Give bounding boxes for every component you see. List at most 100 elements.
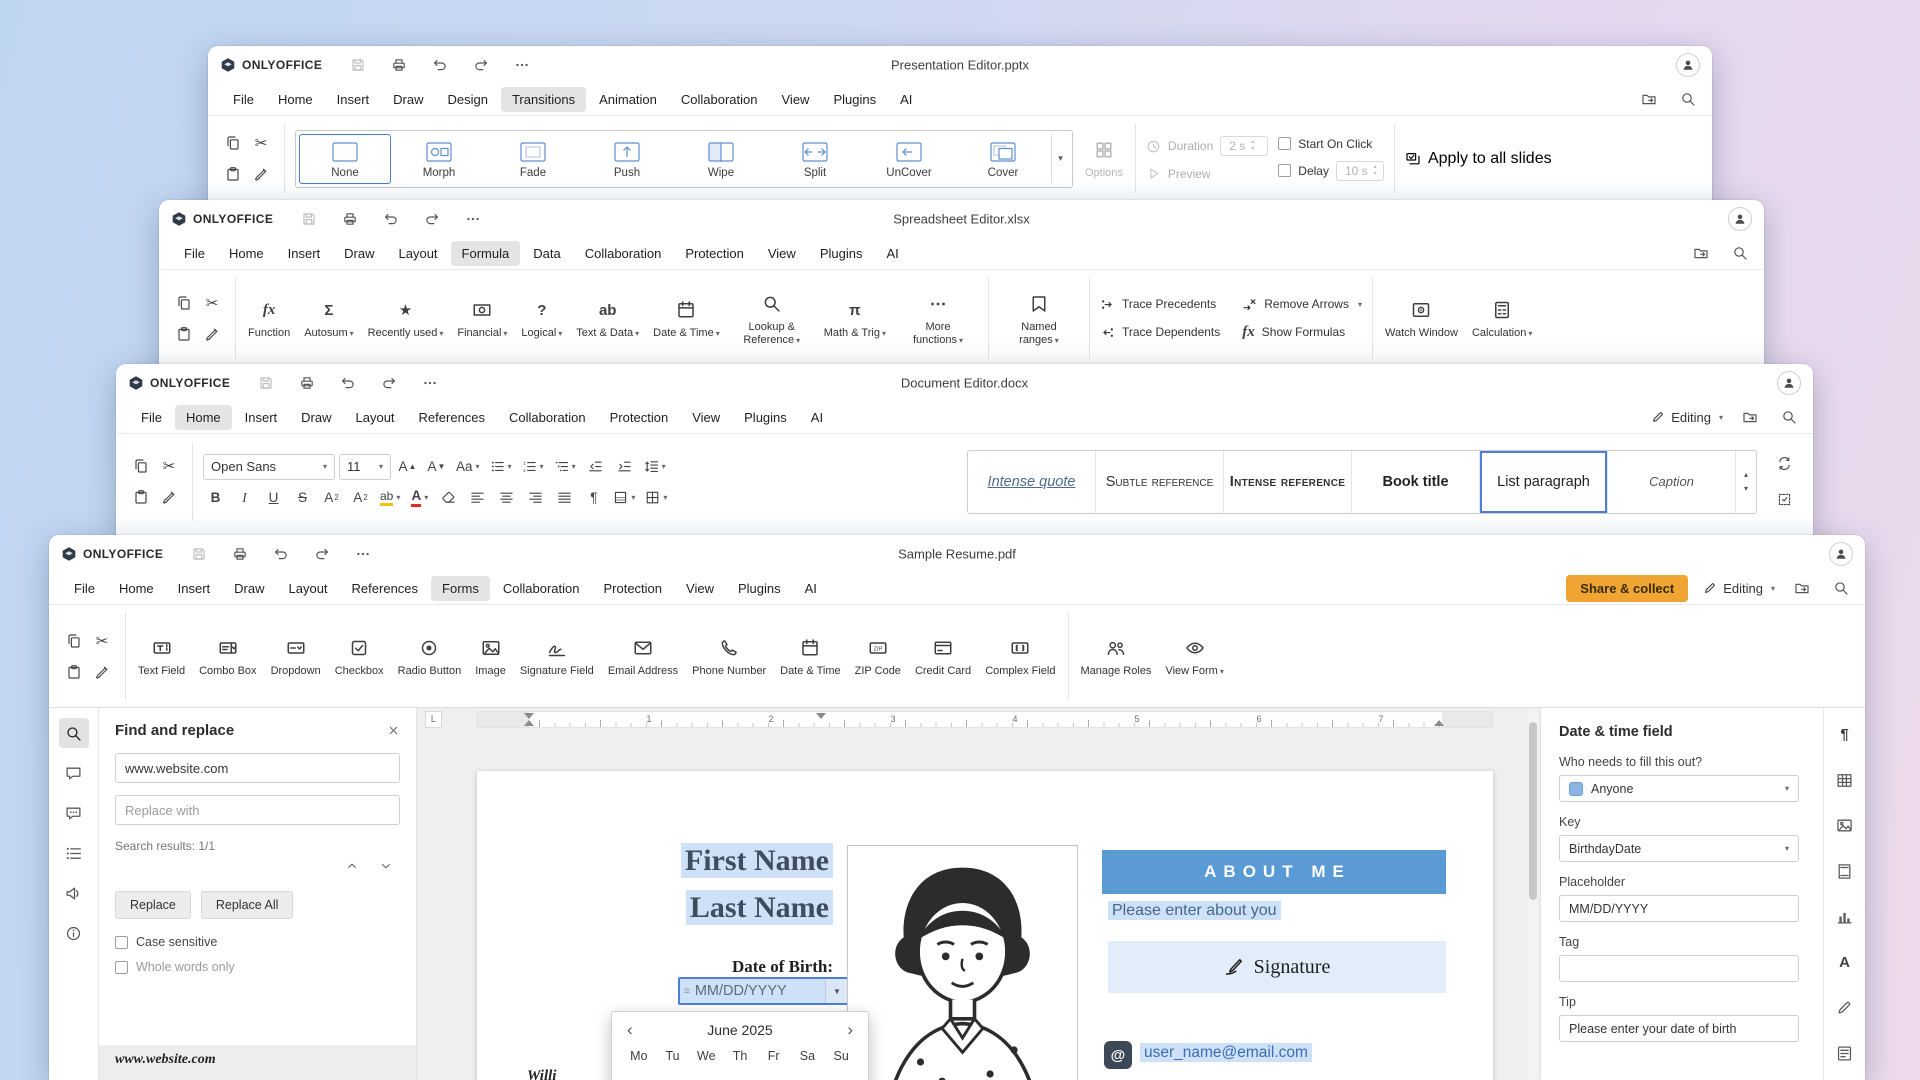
cut-button[interactable]: ✂ bbox=[199, 290, 225, 316]
whole-words-checkbox[interactable]: Whole words only bbox=[115, 960, 400, 974]
spreadsheet-tab-collaboration[interactable]: Collaboration bbox=[574, 241, 673, 266]
presentation-tab-insert[interactable]: Insert bbox=[326, 87, 381, 112]
transition-none[interactable]: None bbox=[299, 134, 391, 184]
transition-uncover[interactable]: UnCover bbox=[863, 134, 955, 184]
borders-button[interactable]: ▾ bbox=[642, 486, 670, 510]
format-painter-button[interactable] bbox=[199, 321, 225, 347]
first-line-indent-marker[interactable] bbox=[524, 713, 534, 719]
first-name-field[interactable]: First Name bbox=[537, 845, 833, 877]
change-case-button[interactable]: Aa▾ bbox=[453, 455, 483, 479]
phone-number-button[interactable]: Phone Number bbox=[690, 632, 768, 681]
line-spacing-button[interactable]: ▾ bbox=[641, 455, 669, 479]
about-rail-button[interactable] bbox=[59, 918, 89, 948]
presentation-tab-view[interactable]: View bbox=[771, 87, 821, 112]
start-on-click-checkbox[interactable]: Start On Click bbox=[1278, 137, 1384, 151]
style-caption[interactable]: Caption bbox=[1608, 451, 1736, 513]
document-tab-view[interactable]: View bbox=[681, 405, 731, 430]
copy-button[interactable] bbox=[220, 130, 246, 156]
numbering-button[interactable]: 12▾ bbox=[519, 455, 547, 479]
presentation-tab-draw[interactable]: Draw bbox=[382, 87, 434, 112]
dropdown-button[interactable]: Dropdown bbox=[269, 632, 323, 681]
paste-button[interactable] bbox=[171, 321, 197, 347]
redo-button[interactable] bbox=[377, 371, 401, 395]
replace-input[interactable] bbox=[115, 795, 400, 825]
redo-button[interactable] bbox=[420, 207, 444, 231]
document-tab-home[interactable]: Home bbox=[175, 405, 232, 430]
pdf-tab-file[interactable]: File bbox=[63, 576, 106, 601]
image-button[interactable]: Image bbox=[473, 632, 508, 681]
copy-button[interactable] bbox=[61, 628, 87, 654]
text-data-button[interactable]: abText & Data▾ bbox=[574, 294, 641, 343]
document-tab-collaboration[interactable]: Collaboration bbox=[498, 405, 597, 430]
about-me-field[interactable]: Please enter about you bbox=[1108, 902, 1281, 920]
find-input[interactable] bbox=[115, 753, 400, 783]
left-indent-marker[interactable] bbox=[524, 720, 534, 726]
document-tab-layout[interactable]: Layout bbox=[345, 405, 406, 430]
undo-button[interactable] bbox=[336, 371, 360, 395]
undo-button[interactable] bbox=[379, 207, 403, 231]
search-icon[interactable] bbox=[1777, 405, 1801, 429]
document-tab-plugins[interactable]: Plugins bbox=[733, 405, 798, 430]
save-button[interactable] bbox=[297, 207, 321, 231]
search-result-item[interactable]: www.website.com bbox=[99, 1045, 416, 1080]
previous-month-button[interactable]: ‹ bbox=[627, 1021, 633, 1038]
replace-button[interactable] bbox=[1771, 451, 1797, 477]
next-result-button[interactable] bbox=[372, 855, 400, 877]
transition-push[interactable]: Push bbox=[581, 134, 673, 184]
date-time-button[interactable]: Date & Time bbox=[778, 632, 843, 681]
date-time-button[interactable]: Date & Time▾ bbox=[651, 294, 722, 343]
spreadsheet-tab-plugins[interactable]: Plugins bbox=[809, 241, 874, 266]
pdf-tab-forms[interactable]: Forms bbox=[431, 576, 490, 601]
gallery-more-button[interactable]: ▾ bbox=[1051, 134, 1069, 184]
apply-to-all-slides-button[interactable]: Apply to all slides bbox=[1405, 150, 1552, 168]
editing-mode-button[interactable]: Editing▾ bbox=[1703, 581, 1775, 596]
print-button[interactable] bbox=[228, 542, 252, 566]
align-center-button[interactable] bbox=[494, 486, 519, 510]
document-tab-insert[interactable]: Insert bbox=[234, 405, 289, 430]
presentation-tab-plugins[interactable]: Plugins bbox=[822, 87, 887, 112]
align-right-button[interactable] bbox=[523, 486, 548, 510]
duration-input[interactable]: 2 s▴▾ bbox=[1220, 136, 1268, 156]
more-functions-button[interactable]: More functions▾ bbox=[898, 288, 978, 349]
style-book-title[interactable]: Book title bbox=[1352, 451, 1480, 513]
text-field-button[interactable]: Text Field bbox=[136, 632, 187, 681]
nonprinting-characters-button[interactable]: ¶ bbox=[581, 486, 606, 510]
spreadsheet-tab-draw[interactable]: Draw bbox=[333, 241, 385, 266]
user-avatar[interactable] bbox=[1829, 542, 1853, 566]
named-ranges-button[interactable]: Named ranges▾ bbox=[999, 288, 1079, 349]
delay-input[interactable]: 10 s▴▾ bbox=[1336, 161, 1384, 181]
feedback-rail-button[interactable] bbox=[59, 878, 89, 908]
navigation-rail-button[interactable] bbox=[59, 838, 89, 868]
document-tab-protection[interactable]: Protection bbox=[599, 405, 680, 430]
style-subtle-reference[interactable]: Subtle reference bbox=[1096, 451, 1224, 513]
pdf-tab-protection[interactable]: Protection bbox=[592, 576, 673, 601]
document-tab-ai[interactable]: AI bbox=[800, 405, 834, 430]
combo-box-button[interactable]: Combo Box bbox=[197, 632, 258, 681]
format-painter-button[interactable] bbox=[89, 659, 115, 685]
print-button[interactable] bbox=[295, 371, 319, 395]
bold-button[interactable]: B bbox=[203, 486, 228, 510]
clear-style-button[interactable] bbox=[436, 486, 461, 510]
remove-arrows-button[interactable]: Remove Arrows▾ bbox=[1242, 297, 1362, 312]
cut-button[interactable]: ✂ bbox=[156, 453, 182, 479]
financial-button[interactable]: Financial▾ bbox=[455, 294, 509, 343]
font-name-combobox[interactable]: Open Sans▾ bbox=[203, 454, 335, 480]
spreadsheet-tab-formula[interactable]: Formula bbox=[451, 241, 521, 266]
paste-button[interactable] bbox=[220, 161, 246, 187]
search-icon[interactable] bbox=[1728, 241, 1752, 265]
chart-settings-button[interactable] bbox=[1830, 902, 1860, 932]
presentation-tab-ai[interactable]: AI bbox=[889, 87, 923, 112]
presentation-tab-file[interactable]: File bbox=[222, 87, 265, 112]
format-painter-button[interactable] bbox=[156, 484, 182, 510]
highlight-color-button[interactable]: ab▾ bbox=[377, 486, 403, 510]
document-tab-references[interactable]: References bbox=[408, 405, 496, 430]
table-settings-button[interactable] bbox=[1830, 766, 1860, 796]
save-button[interactable] bbox=[346, 53, 370, 77]
pdf-tab-collaboration[interactable]: Collaboration bbox=[492, 576, 591, 601]
more-button[interactable] bbox=[461, 207, 485, 231]
copy-button[interactable] bbox=[171, 290, 197, 316]
presentation-tab-transitions[interactable]: Transitions bbox=[501, 87, 586, 112]
document-tab-file[interactable]: File bbox=[130, 405, 173, 430]
save-button[interactable] bbox=[254, 371, 278, 395]
transition-fade[interactable]: Fade bbox=[487, 134, 579, 184]
